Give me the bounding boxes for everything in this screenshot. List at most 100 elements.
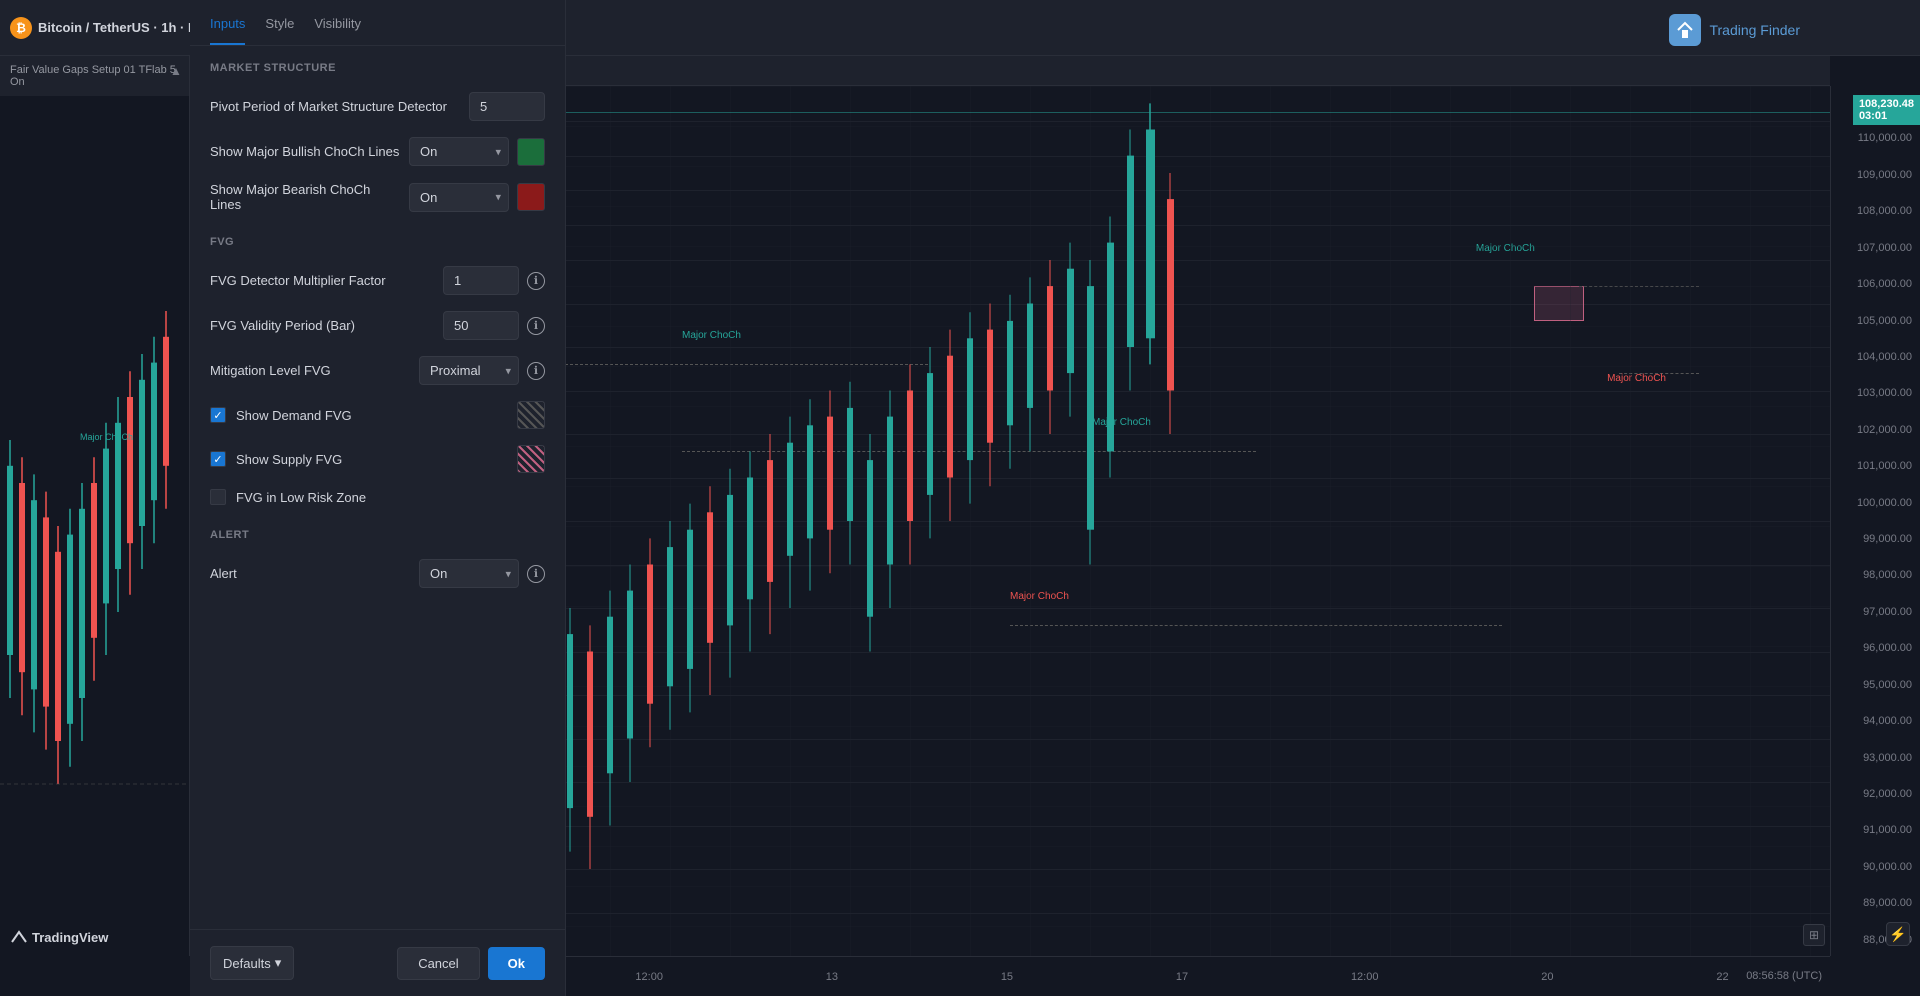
ok-button[interactable]: Ok <box>488 947 545 980</box>
trading-finder-logo: Trading Finder <box>1669 14 1800 46</box>
tab-inputs[interactable]: Inputs <box>210 16 245 45</box>
show-supply-label: Show Supply FVG <box>236 452 507 467</box>
price-tick: 110,000.00 <box>1839 132 1912 144</box>
fvg-multiplier-row: FVG Detector Multiplier Factor ℹ <box>210 258 545 303</box>
scroll-to-end-icon[interactable]: ⚡ <box>1886 922 1910 946</box>
price-tick: 95,000.00 <box>1839 679 1912 691</box>
tab-style[interactable]: Style <box>265 16 294 45</box>
fvg-validity-row: FVG Validity Period (Bar) ℹ <box>210 303 545 348</box>
fvg-multiplier-label: FVG Detector Multiplier Factor <box>210 273 435 288</box>
major-bearish-label: Show Major Bearish ChoCh Lines <box>210 182 401 212</box>
show-demand-row: ✓ Show Demand FVG <box>210 393 545 437</box>
chevron-down-icon: ▾ <box>275 955 282 971</box>
price-tick: 91,000.00 <box>1839 824 1912 836</box>
price-tick: 108,000.00 <box>1839 205 1912 217</box>
tradingview-text: TradingView <box>32 930 108 945</box>
alert-select-wrapper: On Off <box>419 559 519 588</box>
trading-finder-text: Trading Finder <box>1709 22 1800 38</box>
current-price-box: 108,230.48 03:01 <box>1853 95 1920 125</box>
mitigation-info-icon[interactable]: ℹ <box>527 362 545 380</box>
show-demand-label: Show Demand FVG <box>236 408 507 423</box>
defaults-button[interactable]: Defaults ▾ <box>210 946 294 980</box>
price-axis: 111,000.00 110,000.00 109,000.00 108,000… <box>1830 86 1920 956</box>
show-supply-checkbox[interactable]: ✓ <box>210 451 226 467</box>
spacer <box>210 596 545 616</box>
checkmark-icon: ✓ <box>213 409 222 422</box>
alert-row: Alert On Off ℹ <box>210 551 545 596</box>
fvg-low-risk-row: FVG in Low Risk Zone <box>210 481 545 513</box>
time-display: 08:56:58 (UTC) <box>1738 956 1830 996</box>
tf-logo-icon <box>1669 14 1701 46</box>
price-tick: 104,000.00 <box>1839 351 1912 363</box>
tab-visibility[interactable]: Visibility <box>314 16 361 45</box>
price-tick: 106,000.00 <box>1839 278 1912 290</box>
show-demand-checkbox[interactable]: ✓ <box>210 407 226 423</box>
mitigation-row: Mitigation Level FVG Proximal Distal 50%… <box>210 348 545 393</box>
price-tick: 105,000.00 <box>1839 315 1912 327</box>
price-tick: 94,000.00 <box>1839 715 1912 727</box>
major-bearish-row: Show Major Bearish ChoCh Lines On Off <box>210 174 545 220</box>
time-tick: 15 <box>1001 971 1013 983</box>
settings-tabs: Inputs Style Visibility <box>190 0 565 46</box>
pivot-period-label: Pivot Period of Market Structure Detecto… <box>210 99 461 114</box>
bitcoin-icon: ₿ <box>10 17 32 39</box>
fvg-multiplier-info-icon[interactable]: ℹ <box>527 272 545 290</box>
left-sidebar: Fair Value Gaps Setup 01 TFlab 5 On ▲ <box>0 56 190 956</box>
demand-pattern-swatch[interactable] <box>517 401 545 429</box>
chevron-up-btn[interactable]: ▲ <box>170 64 182 78</box>
svg-text:Major ChpCh: Major ChpCh <box>80 432 133 442</box>
pivot-period-input[interactable] <box>469 92 545 121</box>
action-buttons: Cancel Ok <box>397 947 545 980</box>
fvg-low-risk-checkbox[interactable] <box>210 489 226 505</box>
bullish-color-swatch[interactable] <box>517 138 545 166</box>
fvg-validity-info-icon[interactable]: ℹ <box>527 317 545 335</box>
alert-info-icon[interactable]: ℹ <box>527 565 545 583</box>
time-tick: 13 <box>826 971 838 983</box>
show-supply-row: ✓ Show Supply FVG <box>210 437 545 481</box>
mitigation-select[interactable]: Proximal Distal 50% <box>419 356 519 385</box>
tradingview-logo: TradingView <box>10 928 108 946</box>
price-tick: 92,000.00 <box>1839 788 1912 800</box>
supply-pattern-swatch[interactable] <box>517 445 545 473</box>
major-bearish-select[interactable]: On Off <box>409 183 509 212</box>
price-tick: 90,000.00 <box>1839 861 1912 873</box>
price-tick: 93,000.00 <box>1839 752 1912 764</box>
checkmark-icon-2: ✓ <box>213 453 222 466</box>
fvg-low-risk-label: FVG in Low Risk Zone <box>236 490 545 505</box>
fvg-validity-label: FVG Validity Period (Bar) <box>210 318 435 333</box>
price-tick: 99,000.00 <box>1839 533 1912 545</box>
major-bullish-row: Show Major Bullish ChoCh Lines On Off <box>210 129 545 174</box>
price-tick: 100,000.00 <box>1839 497 1912 509</box>
major-bullish-select-wrapper: On Off <box>409 137 509 166</box>
time-tick: 12:00 <box>1351 971 1379 983</box>
mitigation-label: Mitigation Level FVG <box>210 363 411 378</box>
price-tick: 89,000.00 <box>1839 897 1912 909</box>
alert-select[interactable]: On Off <box>419 559 519 588</box>
time-tick: 20 <box>1541 971 1553 983</box>
price-tick: 107,000.00 <box>1839 242 1912 254</box>
bearish-color-swatch[interactable] <box>517 183 545 211</box>
price-tick: 103,000.00 <box>1839 387 1912 399</box>
price-tick: 109,000.00 <box>1839 169 1912 181</box>
settings-panel: Inputs Style Visibility MARKET STRUCTURE… <box>190 0 566 996</box>
alert-label: Alert <box>210 566 411 581</box>
price-tick: 102,000.00 <box>1839 424 1912 436</box>
fvg-validity-input[interactable] <box>443 311 519 340</box>
symbol-name: Bitcoin / TetherUS · 1h · BIN <box>38 20 210 35</box>
major-bearish-select-wrapper: On Off <box>409 183 509 212</box>
time-tick: 22 <box>1716 971 1728 983</box>
pivot-period-row: Pivot Period of Market Structure Detecto… <box>210 84 545 129</box>
fvg-multiplier-input[interactable] <box>443 266 519 295</box>
section-market-structure: MARKET STRUCTURE <box>210 46 545 84</box>
settings-content: MARKET STRUCTURE Pivot Period of Market … <box>190 46 565 929</box>
mini-chart: Major ChpCh <box>0 96 189 956</box>
settings-footer: Defaults ▾ Cancel Ok <box>190 929 565 996</box>
section-fvg: FVG <box>210 220 545 258</box>
section-alert: ALERT <box>210 513 545 551</box>
price-tick: 98,000.00 <box>1839 569 1912 581</box>
major-bullish-select[interactable]: On Off <box>409 137 509 166</box>
zoom-icon[interactable]: ⊞ <box>1803 924 1825 946</box>
price-tick: 97,000.00 <box>1839 606 1912 618</box>
price-tick: 96,000.00 <box>1839 642 1912 654</box>
cancel-button[interactable]: Cancel <box>397 947 479 980</box>
